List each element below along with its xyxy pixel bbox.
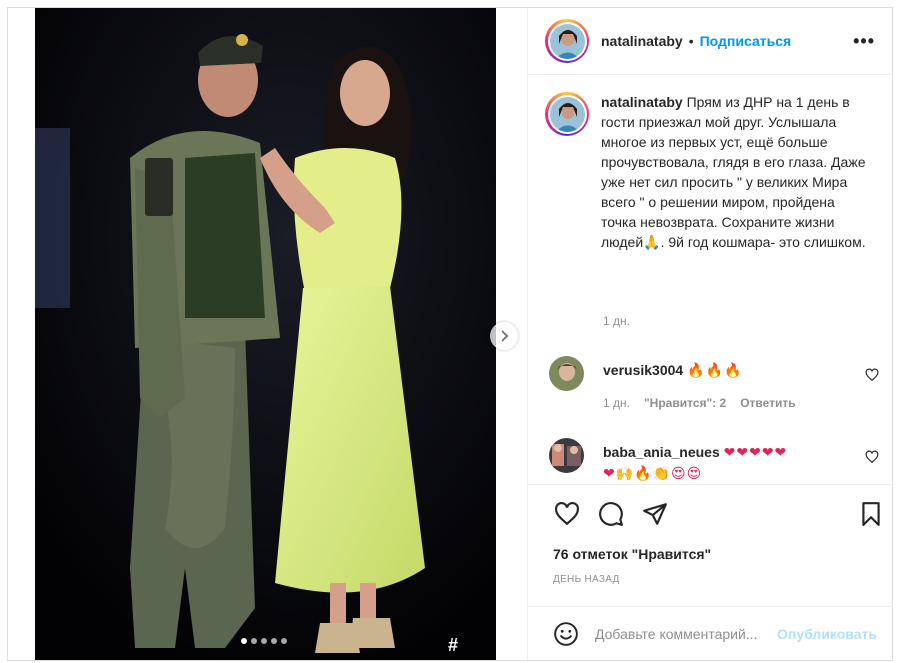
post-media: #	[8, 8, 527, 660]
caption-username[interactable]: natalinataby	[601, 94, 683, 110]
commenter-avatar[interactable]	[549, 438, 584, 473]
post-actions-bar	[528, 484, 893, 544]
post-photo[interactable]	[35, 8, 496, 660]
like-heart-icon[interactable]	[554, 501, 580, 527]
caption-avatar[interactable]	[545, 92, 589, 136]
post-header: natalinataby • Подписаться •••	[528, 8, 893, 75]
emoji-icon[interactable]	[553, 621, 579, 647]
likes-count[interactable]: 76 отметок "Нравится"	[553, 546, 711, 562]
carousel-dot	[281, 638, 287, 644]
more-options-icon[interactable]: •••	[853, 32, 875, 50]
post-author-username[interactable]: natalinataby	[601, 33, 683, 49]
commenter-avatar[interactable]	[549, 356, 584, 391]
comment-meta: 1 дн. "Нравится": 2 Ответить	[603, 396, 796, 410]
share-paper-plane-icon[interactable]	[642, 501, 668, 527]
comment-text: ❤❤❤❤❤	[723, 445, 788, 461]
chevron-right-icon	[501, 330, 509, 342]
post-details-panel: natalinataby • Подписаться ••• natalinat…	[527, 8, 893, 660]
caption-text: Прям из ДНР на 1 день в гости приезжал м…	[601, 94, 866, 250]
comment-text: 🔥🔥🔥	[687, 363, 743, 379]
bookmark-save-icon[interactable]	[858, 501, 884, 527]
carousel-indicator	[241, 638, 287, 644]
comment-text-continued: ❤🙌🔥👏😍😍	[603, 466, 703, 482]
comment-input[interactable]	[595, 625, 775, 642]
publish-button[interactable]: Опубликовать	[777, 626, 877, 642]
like-comment-heart-icon[interactable]	[865, 450, 879, 464]
post-modal: # natalinataby • Подписаться ••• natalin…	[7, 7, 893, 661]
post-date[interactable]: ДЕНЬ НАЗАД	[553, 574, 620, 585]
comment-username[interactable]: verusik3004	[603, 362, 683, 378]
carousel-dot	[241, 638, 247, 644]
photo-illustration	[35, 8, 496, 660]
caption-timestamp[interactable]: 1 дн.	[603, 314, 630, 328]
carousel-dot	[261, 638, 267, 644]
follow-button[interactable]: Подписаться	[700, 33, 792, 49]
carousel-dot	[251, 638, 257, 644]
comment-likes-count[interactable]: "Нравится": 2	[644, 396, 726, 410]
comment-timestamp[interactable]: 1 дн.	[603, 396, 630, 410]
hashtag-icon[interactable]: #	[441, 634, 465, 656]
comments-section[interactable]: natalinataby Прям из ДНР на 1 день в гос…	[528, 76, 893, 484]
carousel-next-button[interactable]	[490, 322, 518, 350]
add-comment-bar: Опубликовать	[528, 606, 893, 660]
avatar[interactable]	[545, 19, 589, 63]
separator-dot: •	[688, 33, 694, 49]
reply-button[interactable]: Ответить	[740, 396, 795, 410]
carousel-dot	[271, 638, 277, 644]
avatar-image	[549, 23, 585, 59]
comment-username[interactable]: baba_ania_neues	[603, 444, 720, 460]
post-caption: natalinataby Прям из ДНР на 1 день в гос…	[545, 92, 869, 252]
comment-bubble-icon[interactable]	[598, 501, 624, 527]
like-comment-heart-icon[interactable]	[865, 368, 879, 382]
